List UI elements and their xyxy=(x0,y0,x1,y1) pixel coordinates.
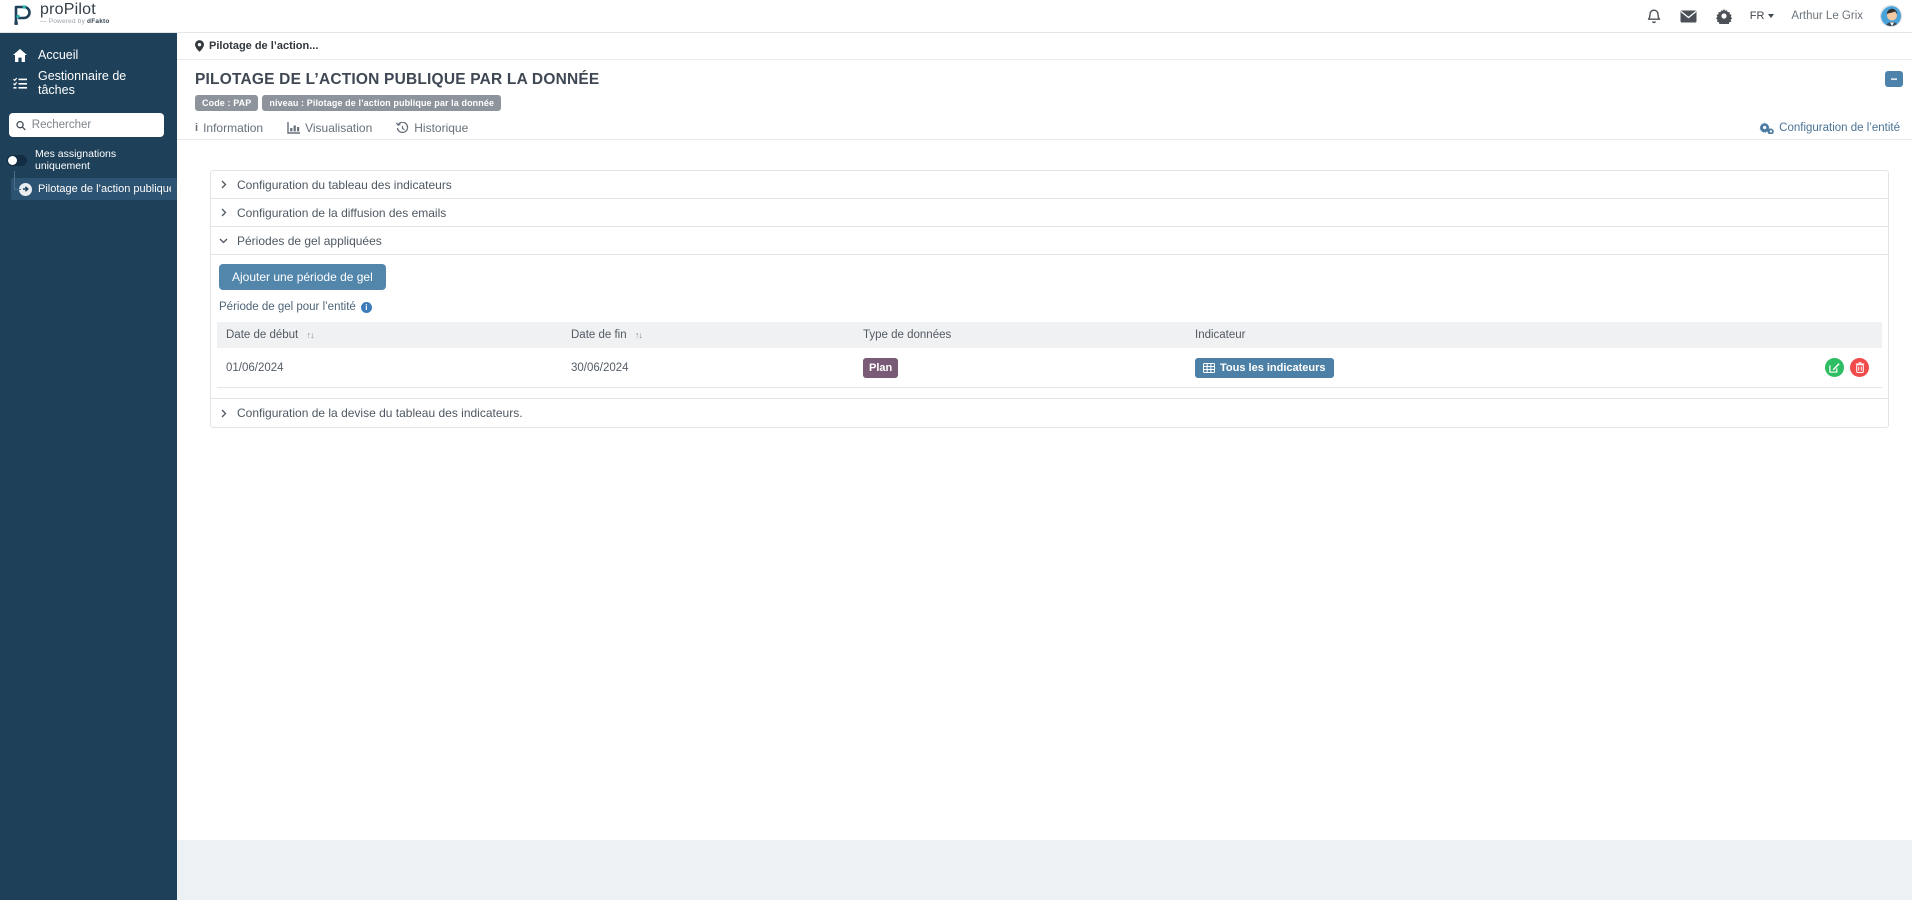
cell-start-date: 01/06/2024 xyxy=(226,361,284,374)
user-name: Arthur Le Grix xyxy=(1791,10,1863,22)
table-row: 01/06/2024 30/06/2024 Plan Tous les indi… xyxy=(217,348,1882,388)
periodes-gel-body: Ajouter une période de gel Période de ge… xyxy=(211,255,1888,399)
app-logo[interactable]: proPilot — Powered by dFakto xyxy=(8,1,110,32)
sort-icon[interactable]: ↑↓ xyxy=(306,330,314,340)
messages-envelope-icon[interactable] xyxy=(1680,7,1698,25)
delete-row-button[interactable] xyxy=(1850,358,1869,377)
column-header-type-donnees: Type de données xyxy=(863,329,952,341)
page-title: PILOTAGE DE L’ACTION PUBLIQUE PAR LA DON… xyxy=(195,71,600,88)
entity-config-link[interactable]: Configuration de l’entité xyxy=(1759,122,1900,134)
sidebar-search xyxy=(9,113,164,137)
freeze-table-label-row: Période de gel pour l’entité i xyxy=(219,301,1882,313)
table-header-row: Date de début ↑↓ Date de fin ↑↓ Type de … xyxy=(217,322,1882,348)
accordion-config-diffusion-emails[interactable]: Configuration de la diffusion des emails xyxy=(211,199,1888,227)
edit-row-button[interactable] xyxy=(1825,358,1844,377)
column-header-date-debut[interactable]: Date de début xyxy=(226,329,298,341)
sidebar: Accueil Gestionnaire de tâches Mes assig… xyxy=(0,33,177,900)
task-list-icon xyxy=(13,77,27,89)
indicator-badge: Tous les indicateurs xyxy=(1195,357,1334,378)
collapse-header-button[interactable]: − xyxy=(1885,71,1903,87)
notifications-bell-icon[interactable] xyxy=(1645,7,1663,25)
tree-guide-line xyxy=(14,171,15,189)
double-gear-icon xyxy=(1759,122,1775,134)
information-icon: i xyxy=(195,122,199,134)
info-icon[interactable]: i xyxy=(360,301,372,313)
configuration-panel: Configuration du tableau des indicateurs… xyxy=(210,170,1889,428)
chart-icon xyxy=(287,122,301,134)
sidebar-item-label: Gestionnaire de tâches xyxy=(38,69,127,97)
add-freeze-period-button[interactable]: Ajouter une période de gel xyxy=(219,264,386,290)
sidebar-item-label: Accueil xyxy=(38,48,79,62)
assignments-toggle[interactable] xyxy=(7,154,27,166)
language-code: FR xyxy=(1749,10,1765,22)
breadcrumb: Pilotage de l’action... xyxy=(177,33,1912,60)
edit-pencil-icon xyxy=(1829,363,1840,373)
column-header-date-fin[interactable]: Date de fin xyxy=(571,329,627,341)
settings-gear-icon[interactable] xyxy=(1715,7,1733,25)
tabs-bar: i Information Visualisation Historique C… xyxy=(177,117,1912,140)
user-avatar[interactable] xyxy=(1880,5,1902,27)
assignments-toggle-label: Mes assignations uniquement xyxy=(35,148,117,172)
chevron-right-icon xyxy=(221,208,227,217)
propilot-logo-icon xyxy=(8,1,34,32)
tab-information[interactable]: i Information xyxy=(195,121,263,135)
tab-content: Configuration du tableau des indicateurs… xyxy=(177,140,1912,840)
breadcrumb-link[interactable]: Pilotage de l’action... xyxy=(209,40,318,52)
code-badge: Code : PAP xyxy=(195,95,259,111)
accordion-periodes-gel[interactable]: Périodes de gel appliquées xyxy=(211,227,1888,255)
assignments-toggle-row: Mes assignations uniquement xyxy=(7,148,169,172)
main-content: Pilotage de l’action... PILOTAGE DE L’AC… xyxy=(177,33,1912,840)
map-pin-icon xyxy=(195,40,204,52)
chevron-right-icon xyxy=(221,409,227,417)
trash-icon xyxy=(1855,362,1864,373)
tab-visualisation[interactable]: Visualisation xyxy=(287,121,372,135)
search-input[interactable] xyxy=(31,119,157,131)
sidebar-item-accueil[interactable]: Accueil xyxy=(0,41,177,69)
chevron-down-icon xyxy=(219,238,228,244)
accordion-config-devise[interactable]: Configuration de la devise du tableau de… xyxy=(211,399,1888,427)
table-grid-icon xyxy=(1203,362,1215,373)
sort-icon[interactable]: ↑↓ xyxy=(635,330,643,340)
data-type-badge: Plan xyxy=(863,357,899,378)
sidebar-tree-item-pilotage[interactable]: Pilotage de l’action publique pa... xyxy=(11,178,177,200)
app-name: proPilot xyxy=(40,0,96,18)
history-icon xyxy=(396,122,409,134)
language-selector[interactable]: FR xyxy=(1750,10,1775,22)
niveau-badge: niveau : Pilotage de l’action publique p… xyxy=(262,95,502,111)
chevron-right-icon xyxy=(221,180,227,189)
topbar: proPilot — Powered by dFakto FR Arthur L… xyxy=(0,0,1912,33)
powered-by-text: — Powered by dFakto xyxy=(40,17,110,25)
freeze-periods-table: Date de début ↑↓ Date de fin ↑↓ Type de … xyxy=(217,322,1882,388)
tree-guide-connector xyxy=(14,189,21,190)
sidebar-item-gestionnaire-taches[interactable]: Gestionnaire de tâches xyxy=(0,69,177,97)
home-icon xyxy=(13,48,27,62)
column-header-indicateur: Indicateur xyxy=(1195,329,1246,341)
chevron-down-icon xyxy=(1768,14,1775,18)
cell-end-date: 30/06/2024 xyxy=(571,361,629,374)
search-icon xyxy=(16,120,26,130)
page-header: PILOTAGE DE L’ACTION PUBLIQUE PAR LA DON… xyxy=(177,60,1912,117)
tree-item-label: Pilotage de l’action publique pa... xyxy=(38,183,171,195)
accordion-config-tableau-indicateurs[interactable]: Configuration du tableau des indicateurs xyxy=(211,171,1888,199)
tab-historique[interactable]: Historique xyxy=(396,121,468,135)
